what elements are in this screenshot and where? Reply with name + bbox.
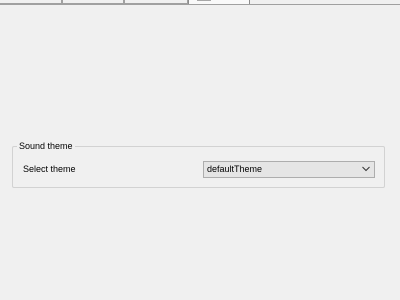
sound-theme-group: Sound theme Select theme defaultTheme <box>12 141 385 188</box>
speaker-icon <box>197 0 211 1</box>
group-title: Sound theme <box>17 141 75 152</box>
chevron-down-icon <box>362 166 370 172</box>
theme-select[interactable]: defaultTheme <box>203 161 375 178</box>
select-theme-label: Select theme <box>23 164 76 174</box>
theme-select-value: defaultTheme <box>207 164 263 174</box>
